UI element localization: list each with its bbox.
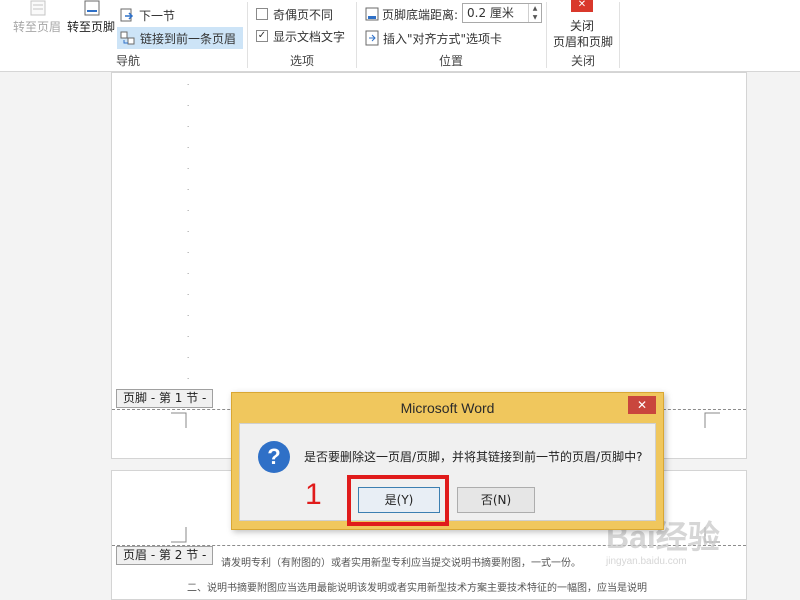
- next-section-button[interactable]: 下一节: [119, 5, 175, 25]
- footer-distance-value: 0.2 厘米: [467, 6, 514, 20]
- goto-footer-icon: [84, 0, 100, 16]
- next-section-icon: [120, 8, 134, 22]
- insert-align-tab-label: 插入"对齐方式"选项卡: [383, 31, 503, 46]
- paragraph-mark: .: [187, 79, 190, 87]
- annotation-highlight-box: [347, 475, 449, 526]
- link-previous-label: 链接到前一条页眉: [140, 31, 237, 46]
- odd-even-check-icon: [256, 8, 268, 20]
- goto-header-button[interactable]: 转至页眉: [10, 0, 66, 50]
- separator: [619, 2, 620, 68]
- footer-section-1-tag: 页脚 - 第 1 节 -: [116, 389, 214, 408]
- watermark-url: jingyan.baidu.com: [606, 556, 687, 567]
- footer-distance-label-row: 页脚底端距离:: [364, 4, 458, 24]
- question-icon: ?: [258, 441, 290, 473]
- paragraph-mark: .: [187, 184, 190, 192]
- paragraph-mark: .: [187, 100, 190, 108]
- footer-distance-input[interactable]: 0.2 厘米 ▲ ▼: [462, 3, 542, 23]
- odd-even-label: 奇偶页不同: [273, 7, 334, 22]
- no-button[interactable]: 否(N): [457, 487, 535, 513]
- paragraph-mark: .: [187, 163, 190, 171]
- paragraph-mark: .: [187, 226, 190, 234]
- show-doc-text-check-icon: ✓: [256, 30, 268, 42]
- goto-footer-button[interactable]: 转至页脚: [66, 0, 118, 50]
- odd-even-checkbox[interactable]: 奇偶页不同: [256, 4, 333, 24]
- link-previous-icon: [120, 31, 135, 45]
- paragraph-mark: .: [187, 373, 190, 381]
- next-section-label: 下一节: [139, 8, 176, 23]
- options-group-label: 选项: [289, 54, 314, 68]
- paragraph-mark: .: [187, 247, 190, 255]
- position-group-label: 位置: [438, 54, 463, 68]
- close-label-line2: 页眉和页脚: [553, 35, 614, 49]
- close-header-footer-button[interactable]: ✕ 关闭 页眉和页脚: [549, 0, 617, 50]
- paragraph-mark: .: [187, 331, 190, 339]
- header-section-2-tag: 页眉 - 第 2 节 -: [116, 546, 214, 565]
- close-label-line1: 关闭: [570, 19, 595, 33]
- footer-distance-label: 页脚底端距离:: [382, 7, 459, 22]
- dialog-title: Microsoft Word: [400, 400, 495, 416]
- link-previous-button[interactable]: 链接到前一条页眉: [117, 27, 243, 49]
- goto-header-icon: [30, 0, 46, 16]
- paragraph-mark: .: [187, 352, 190, 360]
- paragraph-mark: .: [187, 310, 190, 318]
- dialog-message: 是否要删除这一页眉/页脚，并将其链接到前一节的页眉/页脚中?: [304, 450, 643, 464]
- ribbon: 转至页眉 转至页脚 下一节 链接到前一条页眉 导航 奇偶页不同 ✓ 显示文档文字…: [0, 0, 800, 72]
- paragraph-mark: .: [187, 289, 190, 297]
- body-text-line: 二、说明书摘要附图应当选用最能说明该发明或者实用新型技术方案主要技术特征的一幅图…: [187, 583, 647, 594]
- insert-align-tab-icon: [365, 30, 379, 46]
- footer-distance-spinner[interactable]: ▲ ▼: [528, 4, 541, 22]
- show-doc-text-label: 显示文档文字: [273, 29, 346, 44]
- footer-distance-icon: [365, 7, 379, 21]
- margin-corner-mark: [704, 412, 720, 428]
- paragraph-mark: .: [187, 121, 190, 129]
- close-red-x-icon: ✕: [571, 0, 593, 12]
- annotation-step-number: 1: [305, 478, 322, 511]
- insert-align-tab-button[interactable]: 插入"对齐方式"选项卡: [364, 28, 502, 48]
- navigation-group-label: 导航: [115, 54, 140, 68]
- body-text-line: 请发明专利（有附图的）或者实用新型专利应当提交说明书摘要附图，一式一份。: [221, 558, 581, 569]
- paragraph-mark: .: [187, 205, 190, 213]
- show-doc-text-checkbox[interactable]: ✓ 显示文档文字: [256, 26, 345, 46]
- close-group-label: 关闭: [570, 54, 595, 68]
- paragraph-mark: .: [187, 268, 190, 276]
- paragraph-mark: .: [187, 142, 190, 150]
- goto-header-label: 转至页眉: [13, 20, 62, 34]
- margin-corner-mark: [171, 527, 187, 543]
- margin-corner-mark: [171, 412, 187, 428]
- dialog-close-button[interactable]: ✕: [628, 396, 656, 414]
- goto-footer-label: 转至页脚: [67, 20, 116, 34]
